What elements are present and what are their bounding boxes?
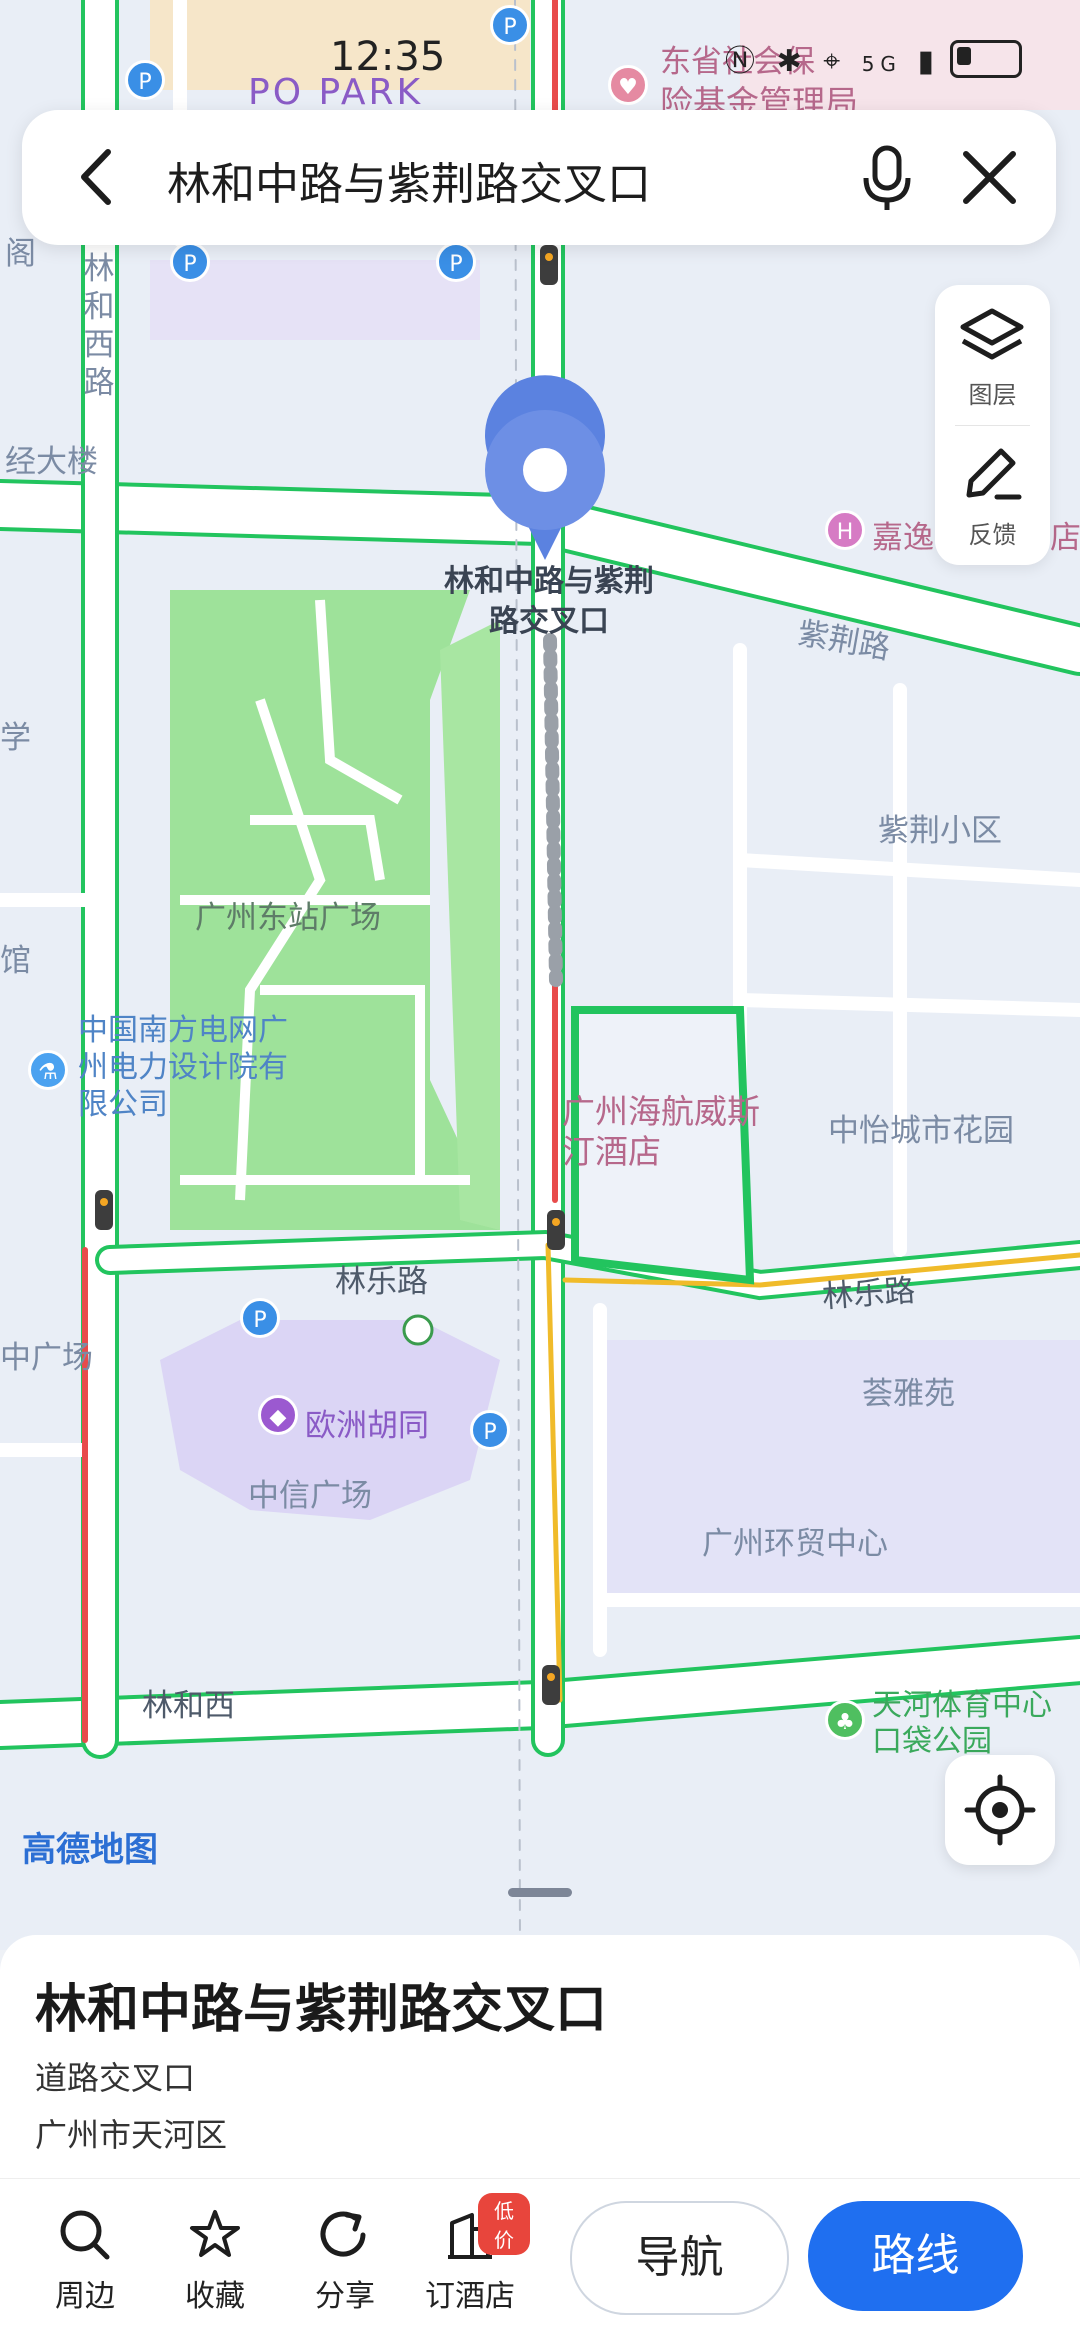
map-label: 广州海航威斯汀酒店 [562,1092,760,1171]
map-label: 中怡城市花园 [828,1113,1014,1149]
star-icon [190,2210,240,2257]
map-label: 中广场 [0,1340,93,1376]
map-label: 经大楼 [5,444,98,480]
status-bar: 12:35 Ⓝ ✱ ⌖ 5G ▮ [0,0,1080,110]
map-label: 林和西路 [83,251,115,401]
layers-button[interactable]: 图层 [935,285,1050,425]
hotel-icon[interactable]: H [825,510,865,550]
lab-icon[interactable]: ⚗ [28,1050,68,1090]
battery-icon [950,40,1022,78]
nearby-label: 周边 [55,2279,115,2314]
parking-icon[interactable]: P [170,242,210,282]
book-hotel-label: 订酒店 [425,2279,515,2314]
place-title: 林和中路与紫荆路交叉口 [35,1980,608,2040]
parking-icon[interactable]: P [240,1298,280,1338]
location-icon: ⌖ [823,44,847,79]
search-bar[interactable]: 林和中路与紫荆路交叉口 [22,110,1056,245]
map-label: 紫荆小区 [878,813,1002,849]
map-label: 馆 [0,943,31,979]
signal-label: 5G [861,52,902,76]
share-button[interactable]: 分享 [285,2179,405,2329]
parking-icon[interactable]: P [436,242,476,282]
search-icon [60,2210,110,2260]
map-label: 店 [1050,520,1080,556]
map-label: 林乐路 [335,1264,428,1300]
favorite-label: 收藏 [185,2279,245,2314]
bluetooth-icon: ✱ [776,44,808,79]
crosshair-icon [964,1774,1036,1846]
map-side-panel: 图层 反馈 [935,285,1050,565]
bottom-action-bar: 周边 收藏 分享 低价 订酒店 导航 路线 [0,2178,1080,2339]
share-label: 分享 [315,2279,375,2314]
locate-me-button[interactable] [945,1755,1055,1865]
close-icon[interactable] [952,140,1027,215]
shopping-icon[interactable]: ◆ [258,1395,298,1435]
feedback-button[interactable]: 反馈 [935,425,1050,565]
favorite-button[interactable]: 收藏 [155,2179,275,2329]
status-icons: Ⓝ ✱ ⌖ 5G ▮ [725,36,940,80]
edit-icon [966,448,1022,500]
map-label: 学 [0,720,31,756]
map-label: 广州东站广场 [195,900,381,936]
status-time: 12:35 [330,34,446,80]
map-view[interactable]: P P P P P P ⚗ H ◆ ♣ ♥ PO PARK 东省社会保 险基金管… [0,0,1080,1950]
search-query[interactable]: 林和中路与紫荆路交叉口 [167,148,651,212]
parking-icon[interactable]: P [470,1410,510,1450]
book-hotel-button[interactable]: 低价 订酒店 [410,2179,530,2329]
map-label: 欧洲胡同 [305,1408,429,1444]
nfc-icon: Ⓝ [725,44,762,79]
signal-icon: ▮ [917,44,940,79]
navigate-button[interactable]: 导航 [570,2201,789,2315]
pin-label: 林和中路与紫荆路交叉口 [444,564,654,639]
map-label: 天河体育中心口袋公园 [872,1688,1052,1759]
map-label: 中国南方电网广州电力设计院有限公司 [78,1013,288,1122]
nearby-button[interactable]: 周边 [25,2179,145,2329]
layers-icon [960,308,1024,360]
map-base [0,0,1080,1950]
map-label: 中信广场 [248,1478,372,1514]
route-button[interactable]: 路线 [808,2201,1023,2311]
back-icon[interactable] [62,140,132,215]
map-label: 嘉逸 [872,520,934,556]
feedback-label: 反馈 [968,521,1017,549]
map-label: 林和西 [142,1688,235,1724]
map-label: 阁 [5,236,36,272]
map-label: 荟雅苑 [862,1376,955,1412]
sheet-drag-handle[interactable] [508,1888,572,1897]
place-type: 道路交叉口 [35,2059,196,2097]
share-icon [320,2211,366,2257]
microphone-icon[interactable] [852,140,922,215]
map-label: 林乐路 [821,1272,917,1316]
price-badge: 低价 [478,2193,530,2255]
map-label: 广州环贸中心 [702,1526,888,1562]
place-district: 广州市天河区 [35,2116,228,2154]
park-icon[interactable]: ♣ [825,1700,865,1740]
layers-label: 图层 [968,381,1017,409]
amap-logo: 高德地图 [22,1830,158,1870]
